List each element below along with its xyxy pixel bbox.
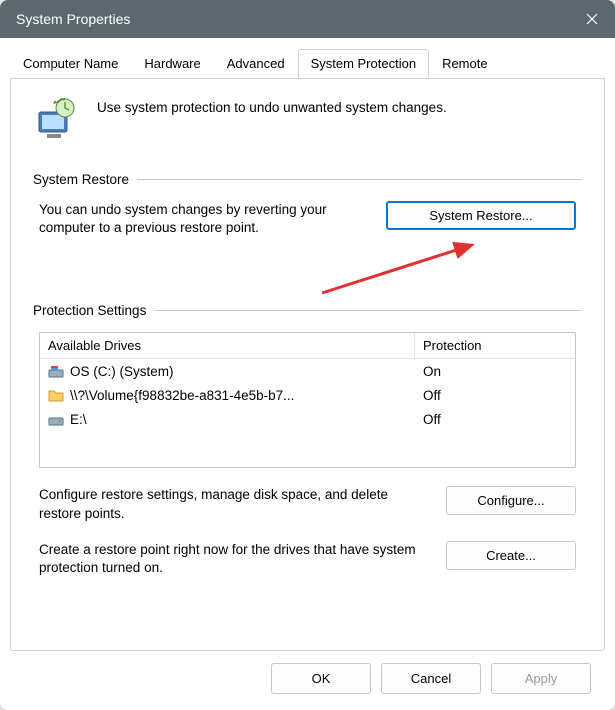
configure-button[interactable]: Configure... (446, 486, 576, 515)
close-button[interactable] (569, 0, 615, 38)
group-system-restore: System Restore You can undo system chang… (33, 172, 582, 281)
ok-button[interactable]: OK (271, 663, 371, 694)
system-restore-button[interactable]: System Restore... (386, 201, 576, 230)
group-protection-settings: Protection Settings Available Drives Pro… (33, 303, 582, 595)
drive-protection: Off (415, 385, 575, 405)
group-label-system-restore: System Restore (33, 172, 129, 187)
folder-icon (48, 387, 64, 403)
table-row[interactable]: \\?\Volume{f98832be-a831-4e5b-b7... Off (40, 383, 575, 407)
column-header-drives[interactable]: Available Drives (40, 333, 415, 358)
configure-text: Configure restore settings, manage disk … (39, 486, 432, 522)
configure-row: Configure restore settings, manage disk … (33, 486, 582, 540)
tab-system-protection[interactable]: System Protection (298, 49, 430, 78)
tab-remote[interactable]: Remote (429, 49, 501, 78)
drive-protection: On (415, 361, 575, 381)
drive-protection: Off (415, 409, 575, 429)
system-restore-text: You can undo system changes by reverting… (39, 201, 374, 237)
create-text: Create a restore point right now for the… (39, 541, 432, 577)
drive-os-icon (48, 363, 64, 379)
annotation-arrow (33, 243, 582, 281)
dialog-footer: OK Cancel Apply (10, 651, 605, 710)
drive-name: OS (C:) (System) (70, 364, 174, 379)
group-header: Protection Settings (33, 303, 582, 318)
divider (154, 310, 582, 311)
drives-table: Available Drives Protection OS (C:) (Sys… (39, 332, 576, 468)
system-protection-icon (33, 96, 79, 142)
titlebar: System Properties (0, 0, 615, 38)
content: Computer Name Hardware Advanced System P… (0, 38, 615, 710)
tab-advanced[interactable]: Advanced (214, 49, 298, 78)
drive-icon (48, 411, 64, 427)
close-icon (586, 13, 598, 25)
table-empty-area (40, 431, 575, 467)
intro-row: Use system protection to undo unwanted s… (33, 96, 582, 142)
tab-computer-name[interactable]: Computer Name (10, 49, 131, 78)
group-header: System Restore (33, 172, 582, 187)
drives-table-header: Available Drives Protection (40, 333, 575, 359)
group-label-protection-settings: Protection Settings (33, 303, 146, 318)
tab-strip: Computer Name Hardware Advanced System P… (10, 49, 605, 79)
tab-body-system-protection: Use system protection to undo unwanted s… (10, 78, 605, 651)
column-header-protection[interactable]: Protection (415, 333, 575, 358)
table-row[interactable]: E:\ Off (40, 407, 575, 431)
apply-button: Apply (491, 663, 591, 694)
drive-name: \\?\Volume{f98832be-a831-4e5b-b7... (70, 388, 294, 403)
create-button[interactable]: Create... (446, 541, 576, 570)
table-row[interactable]: OS (C:) (System) On (40, 359, 575, 383)
intro-text: Use system protection to undo unwanted s… (97, 96, 447, 115)
system-properties-window: System Properties Computer Name Hardware… (0, 0, 615, 710)
window-title: System Properties (16, 11, 569, 27)
create-row: Create a restore point right now for the… (33, 541, 582, 595)
divider (137, 179, 582, 180)
tab-hardware[interactable]: Hardware (131, 49, 213, 78)
cancel-button[interactable]: Cancel (381, 663, 481, 694)
drive-name: E:\ (70, 412, 87, 427)
